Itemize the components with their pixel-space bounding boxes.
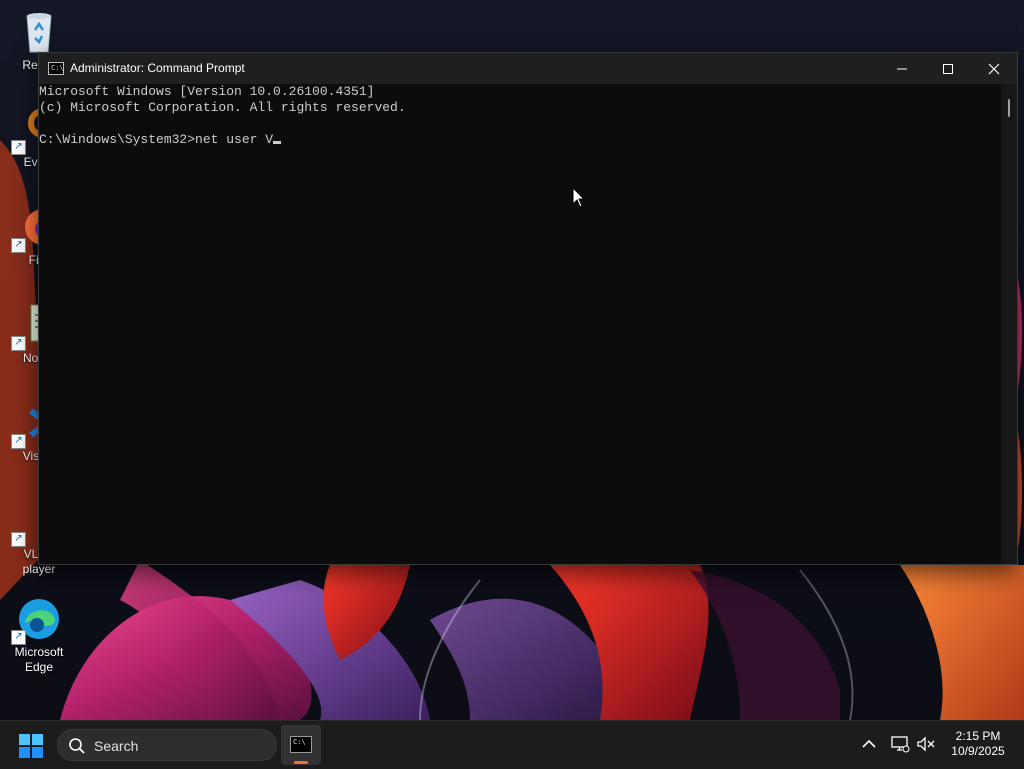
recycle-bin-icon xyxy=(15,8,63,56)
window-title: Administrator: Command Prompt xyxy=(70,61,245,75)
close-icon xyxy=(988,63,1000,74)
minimize-icon xyxy=(897,68,907,69)
cmd-icon: C:\ xyxy=(290,736,312,753)
command-prompt-window[interactable]: C:\ Administrator: Command Prompt Micros… xyxy=(38,52,1018,565)
cmd-icon-glyph: C:\ xyxy=(51,64,64,72)
shortcut-arrow-icon: ↗ xyxy=(11,532,26,547)
cmd-icon: C:\ xyxy=(48,62,64,75)
start-button[interactable] xyxy=(18,733,44,759)
taskbar-clock[interactable]: 2:15 PM 10/9/2025 xyxy=(944,729,1012,759)
vertical-scrollbar[interactable] xyxy=(1001,84,1017,564)
desktop-icon-microsoft-edge[interactable]: ↗ Microsoft Edge xyxy=(0,595,78,675)
active-app-indicator xyxy=(294,761,308,764)
cmd-icon-glyph: C:\ xyxy=(293,738,306,746)
console-output[interactable]: Microsoft Windows [Version 10.0.26100.43… xyxy=(39,84,1001,564)
window-titlebar[interactable]: C:\ Administrator: Command Prompt xyxy=(39,53,1017,84)
desktop-icon-label-line2: Edge xyxy=(24,660,54,674)
shortcut-arrow-icon: ↗ xyxy=(11,336,26,351)
volume-muted-icon[interactable] xyxy=(916,735,936,753)
shortcut-arrow-icon: ↗ xyxy=(11,630,26,645)
taskbar-search-box[interactable]: Search xyxy=(57,729,277,761)
clock-date: 10/9/2025 xyxy=(951,744,1005,758)
edge-icon: ↗ xyxy=(11,595,63,645)
clock-time: 2:15 PM xyxy=(955,729,1001,743)
close-button[interactable] xyxy=(971,53,1017,84)
chevron-up-icon[interactable] xyxy=(860,735,878,753)
mouse-pointer-icon xyxy=(572,187,586,208)
command-prompt-line[interactable]: C:\Windows\System32>net user V xyxy=(39,132,282,148)
shortcut-arrow-icon: ↗ xyxy=(11,434,26,449)
search-label: Search xyxy=(94,738,139,754)
minimize-button[interactable] xyxy=(879,53,925,84)
taskbar-app-command-prompt[interactable]: C:\ xyxy=(281,725,321,765)
search-icon xyxy=(69,738,85,754)
maximize-icon xyxy=(943,63,953,74)
network-icon[interactable] xyxy=(890,735,910,753)
desktop-icon-label: Microsoft xyxy=(14,645,64,659)
console-line: Microsoft Windows [Version 10.0.26100.43… xyxy=(39,84,375,99)
shortcut-arrow-icon: ↗ xyxy=(11,238,26,253)
prompt-input-text: C:\Windows\System32>net user V xyxy=(39,132,274,147)
text-cursor xyxy=(273,141,282,144)
shortcut-arrow-icon: ↗ xyxy=(11,140,26,155)
windows-start-icon xyxy=(19,734,43,758)
scrollbar-thumb[interactable] xyxy=(1008,99,1010,117)
maximize-button[interactable] xyxy=(925,53,971,84)
console-line: (c) Microsoft Corporation. All rights re… xyxy=(39,100,406,115)
taskbar: Search C:\ 2:15 PM 10/9/2025 xyxy=(0,720,1024,769)
